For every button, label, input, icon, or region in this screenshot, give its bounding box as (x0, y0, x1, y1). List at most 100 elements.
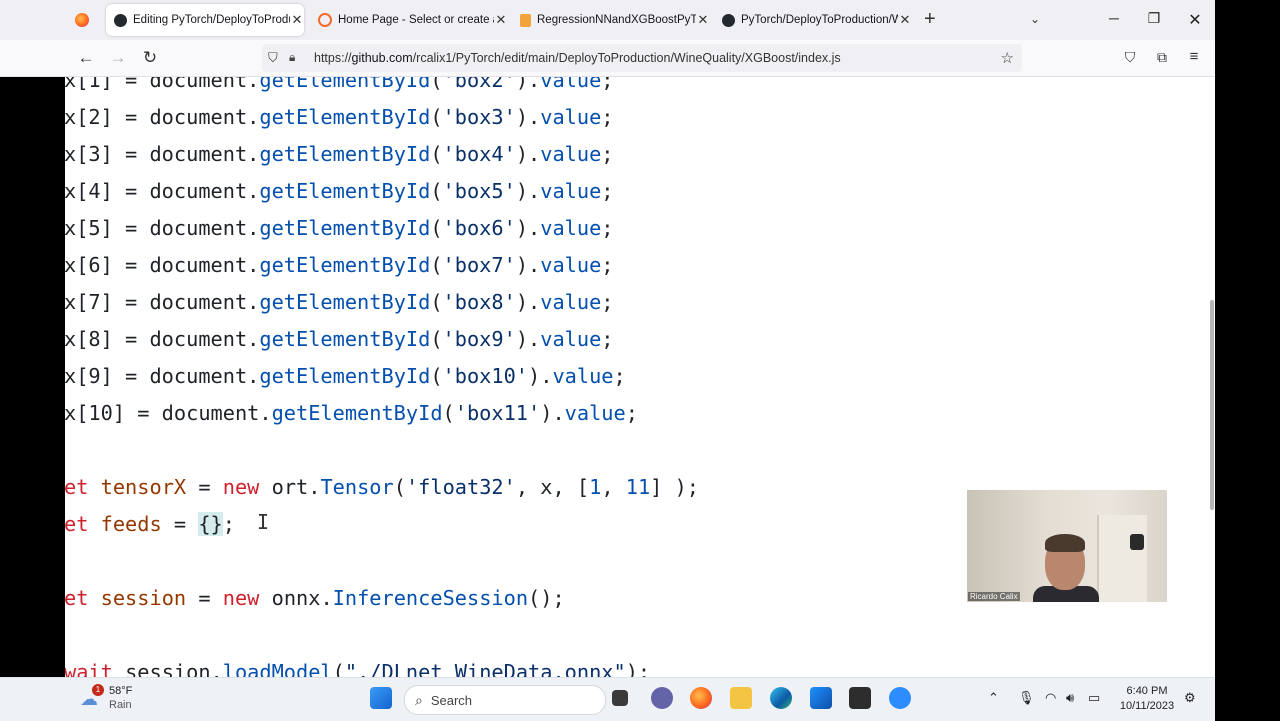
back-icon[interactable]: ← (76, 48, 96, 68)
firefox-taskbar-icon[interactable] (690, 687, 712, 709)
task-view-icon[interactable] (612, 690, 628, 706)
edge-icon[interactable] (770, 687, 792, 709)
code-token: x[4] = document. (65, 179, 260, 203)
code-token: ( (393, 475, 406, 499)
code-token: ). (515, 253, 541, 277)
weather-desc: Rain (109, 699, 132, 711)
windows-start-icon[interactable] (370, 687, 392, 709)
code-line[interactable]: et session = new onnx.InferenceSession()… (65, 585, 565, 611)
code-token: 'box8' (442, 290, 516, 314)
show-hidden-icons[interactable]: ⌃ (988, 690, 999, 706)
code-token: ( (430, 327, 443, 351)
code-line[interactable]: x[4] = document.getElementById('box5').v… (65, 178, 614, 204)
code-line[interactable]: x[5] = document.getElementById('box6').v… (65, 215, 614, 241)
code-line[interactable]: x[3] = document.getElementById('box4').v… (65, 141, 614, 167)
code-token: ] ); (650, 475, 700, 499)
list-tabs-icon[interactable]: ⌄ (1030, 12, 1040, 26)
microphone-icon[interactable]: 🎙︎ (1018, 690, 1035, 706)
reload-icon[interactable]: ↻ (140, 48, 160, 68)
clock-date: 10/11/2023 (1119, 700, 1175, 712)
code-line[interactable]: x[9] = document.getElementById('box10').… (65, 363, 626, 389)
url-text[interactable]: https://github.com/rcalix1/PyTorch/edit/… (314, 51, 841, 65)
code-token: ). (540, 401, 565, 425)
tab-editing[interactable]: Editing PyTorch/DeployToProdu ✕ (106, 4, 304, 36)
code-token: et (65, 512, 101, 536)
code-token: getElementById (259, 290, 431, 314)
code-token: value (540, 77, 602, 92)
tab-title: Home Page - Select or create a (338, 14, 494, 26)
code-line[interactable]: wait session.loadModel("./DLnet_WineData… (65, 659, 650, 677)
code-token: getElementById (259, 105, 431, 129)
code-token: getElementById (259, 142, 431, 166)
new-tab-button[interactable]: + (924, 8, 936, 31)
tab-home-page[interactable]: Home Page - Select or create a ✕ (310, 4, 508, 36)
code-token: ; (601, 327, 614, 351)
tab-title: PyTorch/DeployToProduction/W (741, 14, 898, 26)
close-tab-icon[interactable]: ✕ (290, 12, 304, 28)
code-token: feeds (100, 512, 162, 536)
code-token: value (540, 216, 602, 240)
firefox-icon[interactable] (75, 13, 89, 27)
code-token: ( (430, 290, 443, 314)
url-prefix: https:// (314, 51, 352, 65)
notification-icon[interactable]: ⚙ (1184, 690, 1196, 706)
text-cursor-icon: I (257, 510, 270, 534)
code-token: ; (601, 253, 614, 277)
weather-widget[interactable]: ☁ 1 58°F Rain (80, 684, 132, 712)
close-tab-icon[interactable]: ✕ (898, 12, 912, 28)
code-line[interactable]: x[10] = document.getElementById('box11')… (65, 400, 638, 426)
code-line[interactable]: x[2] = document.getElementById('box3').v… (65, 104, 614, 130)
tab-pytorch-deploy[interactable]: PyTorch/DeployToProduction/W ✕ (714, 4, 912, 36)
code-token: ; (625, 401, 638, 425)
code-token: ( (332, 660, 345, 677)
code-token: ; (601, 142, 614, 166)
terminal-icon[interactable] (849, 687, 871, 709)
menu-icon[interactable]: ≡ (1184, 48, 1204, 65)
extensions-icon[interactable]: ⧉ (1152, 49, 1172, 66)
file-explorer-icon[interactable] (730, 687, 752, 709)
close-window-button[interactable]: ✕ (1185, 10, 1205, 30)
github-icon (114, 13, 127, 27)
code-token: x[7] = document. (65, 290, 260, 314)
wifi-icon[interactable]: ◠ (1045, 690, 1056, 706)
restore-button[interactable]: ❐ (1144, 10, 1164, 27)
pocket-icon[interactable]: ⛉ (1120, 49, 1140, 66)
vertical-scrollbar[interactable] (1210, 300, 1214, 510)
code-token: value (540, 179, 602, 203)
battery-icon[interactable]: ▭ (1088, 690, 1100, 706)
zoom-icon[interactable] (889, 687, 911, 709)
bookmark-star-icon[interactable]: ☆ (1001, 49, 1014, 67)
code-token: value (540, 290, 602, 314)
code-token: getElementById (271, 401, 443, 425)
code-token: 'float32' (405, 475, 516, 499)
forward-icon[interactable]: → (108, 48, 128, 68)
minimize-button[interactable]: ─ (1104, 10, 1124, 26)
close-tab-icon[interactable]: ✕ (494, 12, 508, 28)
search-box[interactable]: ⌕ Search (404, 685, 606, 715)
code-line[interactable]: x[7] = document.getElementById('box8').v… (65, 289, 614, 315)
chat-icon[interactable] (651, 687, 673, 709)
webcam-name-label: Ricardo Calix (968, 592, 1020, 601)
screen: Editing PyTorch/DeployToProdu ✕ Home Pag… (0, 0, 1280, 721)
tab-regression[interactable]: RegressionNNandXGBoostPyTo ✕ (512, 4, 710, 36)
lock-icon[interactable]: 🔒︎ (289, 50, 295, 65)
code-line[interactable]: x[8] = document.getElementById('box9').v… (65, 326, 614, 352)
tab-strip: Editing PyTorch/DeployToProdu ✕ Home Pag… (0, 0, 1215, 40)
volume-icon[interactable]: 🔊︎ (1066, 690, 1074, 706)
code-line[interactable]: x[1] = document.getElementById('box2').v… (65, 77, 614, 93)
url-host: github.com (351, 51, 413, 65)
code-token: x[6] = document. (65, 253, 260, 277)
code-token: ort. (271, 475, 321, 499)
close-tab-icon[interactable]: ✕ (696, 12, 710, 28)
clock[interactable]: 6:40 PM 10/11/2023 (1112, 684, 1182, 714)
github-icon (722, 13, 735, 27)
code-line[interactable]: x[6] = document.getElementById('box7').v… (65, 252, 614, 278)
url-path: /rcalix1/PyTorch/edit/main/DeployToProdu… (412, 51, 841, 65)
url-bar[interactable]: ⛉ 🔒︎ https://github.com/rcalix1/PyTorch/… (262, 44, 1022, 72)
store-icon[interactable] (810, 687, 832, 709)
code-line[interactable]: et feeds = {}; (65, 511, 235, 537)
code-token: 'box6' (442, 216, 516, 240)
code-line[interactable]: et tensorX = new ort.Tensor('float32', x… (65, 474, 699, 500)
shield-icon[interactable]: ⛉ (268, 50, 278, 66)
code-token: ( (430, 179, 443, 203)
